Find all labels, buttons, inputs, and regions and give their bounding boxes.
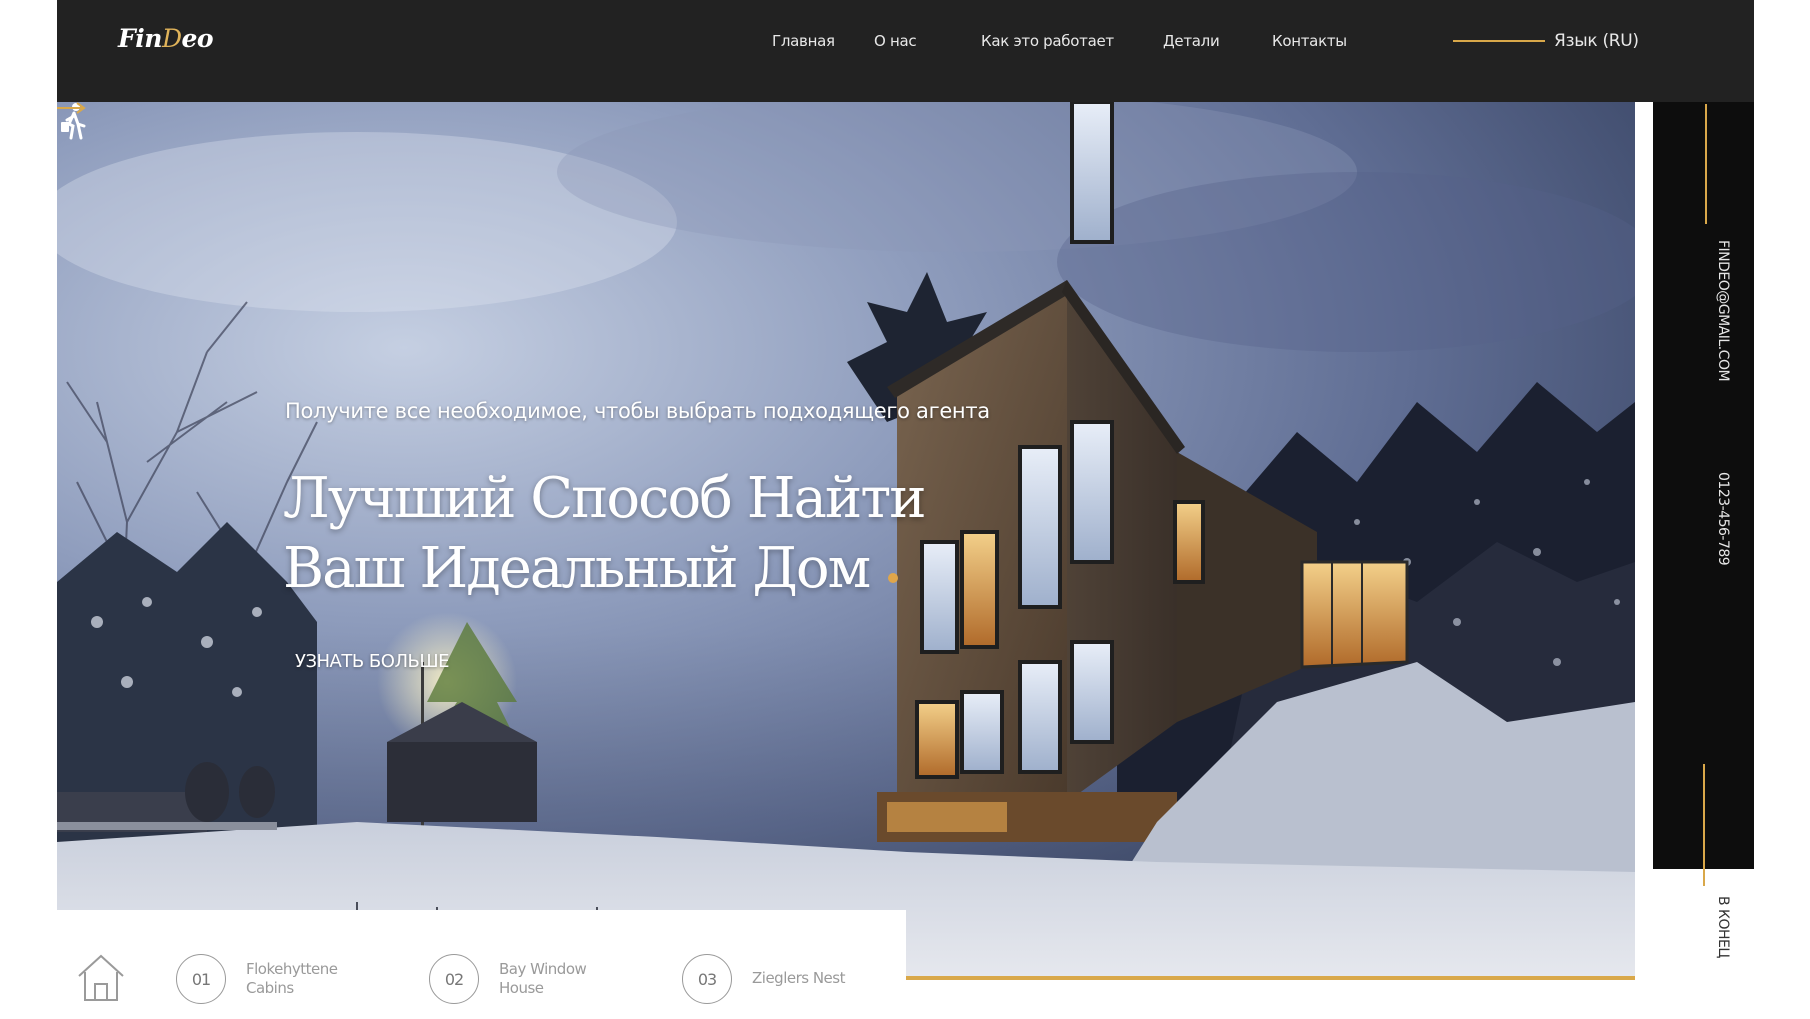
sidebar-email[interactable]: FINDEO@GMAIL.COM xyxy=(1711,240,1731,381)
scroll-to-end-link[interactable]: В КОНЕЦ xyxy=(1711,896,1731,958)
nav-item-details[interactable]: Детали xyxy=(1163,32,1220,50)
language-selector[interactable]: Язык (RU) xyxy=(1554,31,1639,51)
headline-dot xyxy=(888,573,898,583)
sidebar-phone[interactable]: 0123-456-789 xyxy=(1711,472,1731,565)
nav-item-about[interactable]: О нас xyxy=(874,32,917,50)
property-name-2: Bay Window House xyxy=(499,960,619,998)
property-number-2: 02 xyxy=(429,954,479,1004)
page-frame: Получите все необходимое, чтобы выбрать … xyxy=(57,0,1754,1019)
hero-headline-line1: Лучший Способ Найти xyxy=(283,466,927,531)
hero-accent-line xyxy=(905,976,1635,980)
hero-section: Получите все необходимое, чтобы выбрать … xyxy=(57,102,1635,980)
house-icon xyxy=(78,954,124,1001)
logo-part-3: eo xyxy=(181,24,214,53)
hero-tagline: Получите все необходимое, чтобы выбрать … xyxy=(285,399,990,423)
hero-headline-line2: Ваш Идеальный Дом xyxy=(283,536,871,601)
property-name-1-line2: Cabins xyxy=(246,979,294,997)
arrow-right-icon[interactable] xyxy=(57,102,87,114)
property-name-2-line2: House xyxy=(499,979,544,997)
learn-more-button[interactable]: УЗНАТЬ БОЛЬШЕ xyxy=(295,651,449,672)
logo-part-1: Fin xyxy=(118,24,162,53)
nav-item-home[interactable]: Главная xyxy=(772,32,835,50)
sidebar-accent-line-bottom xyxy=(1703,764,1705,886)
nav-item-how-it-works[interactable]: Как это работает xyxy=(981,32,1114,50)
property-name-2-line1: Bay Window xyxy=(499,960,587,978)
property-name-1: Flokehyttene Cabins xyxy=(246,960,366,998)
property-name-3-line1: Zieglers Nest xyxy=(752,969,846,987)
top-navigation-bar: FinDeo Главная О нас Как это работает Де… xyxy=(57,0,1754,102)
nav-item-contacts[interactable]: Контакты xyxy=(1272,32,1347,50)
logo-part-2: D xyxy=(161,24,182,53)
language-divider xyxy=(1453,40,1545,42)
property-name-3: Zieglers Nest xyxy=(752,969,872,988)
site-logo[interactable]: FinDeo xyxy=(118,24,214,53)
right-sidebar xyxy=(1653,102,1754,869)
property-name-1-line1: Flokehyttene xyxy=(246,960,338,978)
hero-headline: Лучший Способ Найти Ваш Идеальный Дом xyxy=(283,464,927,604)
sidebar-accent-line-top xyxy=(1705,104,1707,224)
property-number-3: 03 xyxy=(682,954,732,1004)
property-number-1: 01 xyxy=(176,954,226,1004)
property-strip: 01 Flokehyttene Cabins 02 Bay Window Hou… xyxy=(57,910,906,1019)
